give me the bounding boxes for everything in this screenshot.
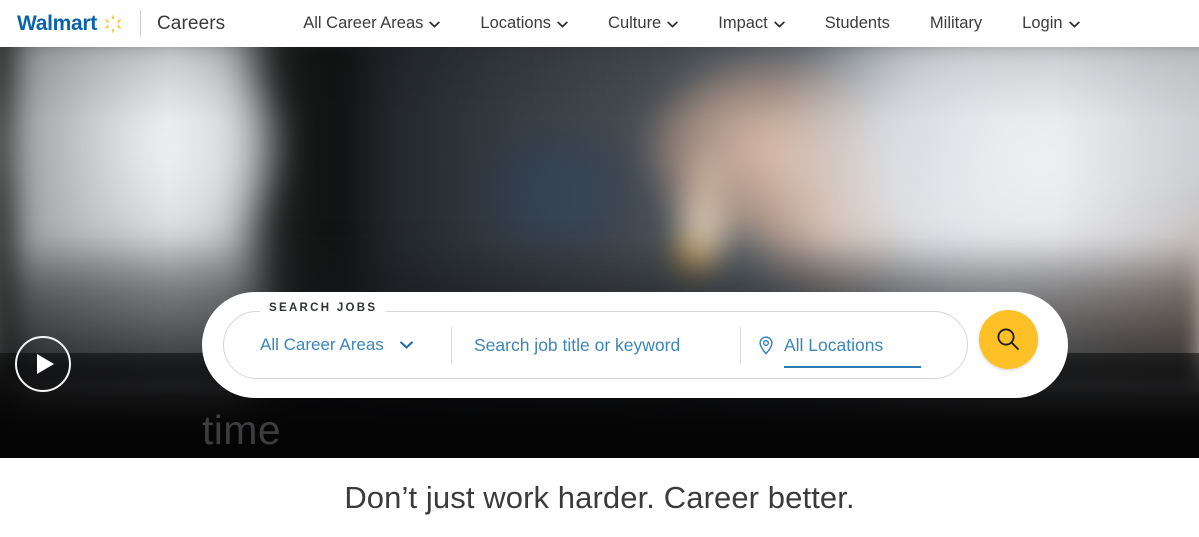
career-area-value: All Career Areas bbox=[260, 335, 384, 354]
nav-label: All Career Areas bbox=[303, 14, 424, 33]
chevron-down-icon bbox=[774, 21, 785, 28]
chevron-down-icon bbox=[1068, 21, 1080, 28]
nav-item-all-career-areas[interactable]: All Career Areas bbox=[283, 0, 460, 47]
location-pin-icon bbox=[759, 335, 773, 354]
primary-nav: All Career Areas Locations Culture Impac… bbox=[283, 0, 1099, 47]
play-icon bbox=[37, 354, 54, 374]
walmart-spark-icon bbox=[104, 13, 122, 34]
tagline-section: Don’t just work harder. Career better. bbox=[0, 458, 1199, 537]
page-root: Walmart Careers All Career Areas Locatio… bbox=[0, 0, 1199, 537]
nav-item-culture[interactable]: Culture bbox=[588, 0, 698, 47]
nav-label: Culture bbox=[608, 14, 662, 33]
location-input-wrap[interactable]: All Locations bbox=[784, 334, 921, 368]
location-input-underline bbox=[784, 365, 921, 368]
nav-label: Impact bbox=[718, 14, 768, 33]
site-name-careers[interactable]: Careers bbox=[157, 13, 225, 35]
brand-area[interactable]: Walmart Careers bbox=[0, 0, 225, 47]
chevron-down-icon bbox=[429, 21, 441, 28]
nav-item-login[interactable]: Login bbox=[1002, 0, 1099, 47]
nav-item-military[interactable]: Military bbox=[910, 0, 1002, 47]
video-play-button[interactable] bbox=[15, 336, 71, 392]
brand-divider bbox=[139, 10, 141, 37]
walmart-logo[interactable]: Walmart bbox=[17, 13, 124, 35]
search-submit-button[interactable] bbox=[979, 310, 1038, 369]
nav-item-locations[interactable]: Locations bbox=[460, 0, 588, 47]
nav-item-impact[interactable]: Impact bbox=[698, 0, 805, 47]
nav-label: Military bbox=[929, 14, 983, 33]
chevron-down-icon bbox=[399, 341, 413, 349]
career-area-select[interactable]: All Career Areas bbox=[224, 335, 451, 355]
nav-item-students[interactable]: Students bbox=[805, 0, 910, 47]
search-icon bbox=[997, 328, 1019, 350]
keyword-search-input[interactable]: Search job title or keyword bbox=[452, 335, 740, 356]
search-jobs-legend: SEARCH JOBS bbox=[260, 302, 387, 315]
tagline-text: Don’t just work harder. Career better. bbox=[344, 479, 855, 515]
search-fieldset: SEARCH JOBS All Career Areas Search job … bbox=[223, 302, 968, 379]
chevron-down-icon bbox=[667, 21, 678, 28]
nav-label: Locations bbox=[480, 14, 552, 33]
hero-caption-text: time bbox=[202, 407, 282, 453]
location-value: All Locations bbox=[784, 334, 884, 355]
nav-label: Students bbox=[824, 14, 890, 33]
job-search-widget: SEARCH JOBS All Career Areas Search job … bbox=[202, 292, 1068, 398]
chevron-down-icon bbox=[557, 21, 568, 28]
location-search-field[interactable]: All Locations bbox=[741, 334, 921, 368]
nav-label: Login bbox=[1022, 14, 1063, 33]
site-header: Walmart Careers All Career Areas Locatio… bbox=[0, 0, 1199, 47]
walmart-wordmark: Walmart bbox=[17, 12, 97, 35]
